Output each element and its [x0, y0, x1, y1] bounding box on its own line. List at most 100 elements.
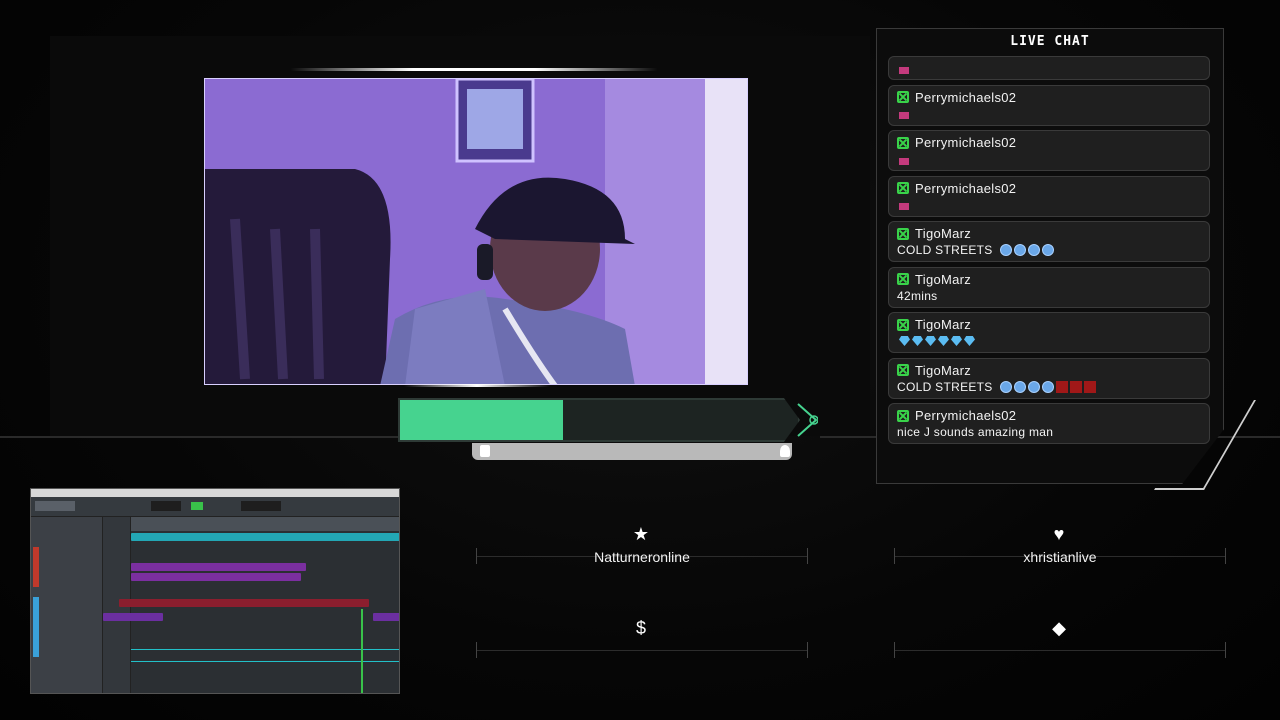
chat-message-header: Perrymichaels02 [897, 180, 1201, 197]
chat-message-header: TigoMarz [897, 316, 1201, 333]
chat-message-header: Perrymichaels02 [897, 89, 1201, 106]
latest-subscriber-name: xhristianlive [1023, 549, 1097, 565]
chat-message-text: COLD STREETS [897, 379, 993, 394]
chat-message-body: nice J sounds amazing man [897, 424, 1201, 440]
chat-username: Perrymichaels02 [915, 408, 1017, 423]
chat-message: Perrymichaels02 nice J sounds amazing man [888, 403, 1210, 444]
heart-icon: ♥ [1053, 524, 1065, 544]
chat-username: TigoMarz [915, 271, 972, 287]
goal-start-marker [480, 445, 490, 457]
daw-automation-line [131, 661, 399, 662]
xbox-platform-icon [897, 273, 909, 285]
chat-message-body [897, 151, 1201, 167]
chat-message-text: 42mins [897, 288, 938, 303]
emote-icon [899, 112, 909, 119]
water-drop-emoji-icon [1013, 244, 1026, 256]
chat-message-body [897, 60, 1201, 76]
chat-message-header: Perrymichaels02 [897, 134, 1201, 151]
goal-progress-fill [400, 400, 564, 440]
gem-emoji-icon [899, 336, 910, 346]
daw-clip [103, 613, 163, 621]
chat-message: TigoMarz [888, 312, 1210, 353]
water-drop-emoji-icon [1041, 244, 1054, 256]
daw-clip [131, 563, 306, 571]
chat-username: Perrymichaels02 [915, 180, 1017, 196]
water-drop-emoji-icon [999, 380, 1012, 393]
daw-track-list [31, 517, 103, 693]
chat-message-body [897, 333, 1201, 349]
chat-message: Perrymichaels02 [888, 84, 1210, 126]
chat-message: TigoMarz COLD STREETS [888, 221, 1210, 262]
chat-title: LIVE CHAT [1010, 34, 1090, 49]
dollar-icon: $ [635, 618, 646, 638]
goal-label-strip [472, 443, 792, 460]
daw-timeline-ruler [131, 517, 399, 531]
goal-end-marker [780, 445, 790, 457]
chat-message-text: nice J sounds amazing man [897, 425, 1054, 439]
chat-message: Perrymichaels02 [888, 175, 1210, 217]
webcam-bottom-glow [404, 384, 550, 387]
chat-message: Perrymichaels02 [888, 130, 1210, 171]
diamond-icon: ◆ [1052, 618, 1066, 638]
xbox-platform-icon [897, 227, 909, 240]
daw-meter [361, 609, 363, 693]
chat-username: TigoMarz [915, 226, 972, 241]
emote-icon [899, 66, 909, 74]
chat-message-text: COLD STREETS [897, 243, 993, 257]
xbox-platform-icon [897, 409, 909, 422]
chat-username: TigoMarz [915, 317, 972, 332]
gem-emoji-icon [964, 336, 975, 346]
daw-clip [131, 573, 301, 581]
daw-toolbar [31, 497, 399, 517]
chat-message: TigoMarz 42mins [888, 266, 1210, 308]
red-emoji-icon [1069, 380, 1082, 393]
emote-icon [899, 203, 909, 210]
daw-clip [131, 533, 399, 541]
chat-username: TigoMarz [915, 362, 972, 378]
chat-message [888, 56, 1210, 80]
water-drop-emoji-icon [1013, 380, 1026, 393]
bits-label-bar [894, 640, 1226, 662]
latest-follower-name: Natturneronline [594, 549, 690, 565]
gem-emoji-icon [938, 336, 949, 346]
gem-emoji-icon [912, 336, 923, 346]
red-emoji-icon [1083, 380, 1096, 393]
water-drop-emoji-icon [1027, 244, 1040, 256]
xbox-platform-icon [897, 91, 909, 103]
daw-screen-capture [30, 488, 400, 694]
chat-message-header: TigoMarz [897, 362, 1201, 379]
emote-icon [899, 157, 909, 165]
gem-emoji-icon [951, 336, 962, 346]
chat-message-body: COLD STREETS [897, 379, 1201, 395]
water-drop-emoji-icon [1041, 380, 1054, 393]
chat-username: Perrymichaels02 [915, 135, 1017, 150]
webcam-top-glow [290, 68, 658, 71]
daw-automation-line [131, 649, 399, 650]
gem-emoji-icon [925, 336, 936, 346]
chat-message-body: 42mins [897, 288, 1201, 304]
star-icon: ★ [632, 524, 650, 544]
donation-label-bar [476, 640, 808, 662]
chat-message: TigoMarz COLD STREETS [888, 357, 1210, 399]
chat-message-list[interactable]: Perrymichaels02 Perrymichaels02 Perrymicha… [888, 56, 1210, 448]
chat-message-header: TigoMarz [897, 271, 1201, 288]
goal-arrow-icon [797, 403, 818, 437]
daw-clip [119, 599, 369, 607]
chat-message-header: TigoMarz [897, 225, 1201, 242]
chat-message-body: COLD STREETS [897, 242, 1201, 258]
chat-message-body [897, 106, 1201, 122]
webcam-scene [205, 79, 747, 384]
xbox-platform-icon [897, 136, 909, 149]
daw-menubar [31, 489, 399, 497]
daw-clip [373, 613, 399, 621]
chat-username: Perrymichaels02 [915, 89, 1017, 105]
webcam-feed [204, 78, 748, 385]
water-drop-emoji-icon [999, 244, 1012, 256]
xbox-platform-icon [897, 364, 909, 376]
xbox-platform-icon [897, 318, 909, 331]
chat-message-header: Perrymichaels02 [897, 407, 1201, 424]
goal-progress-bar [398, 398, 800, 442]
water-drop-emoji-icon [1027, 380, 1040, 393]
red-emoji-icon [1055, 380, 1068, 393]
xbox-platform-icon [897, 182, 909, 194]
